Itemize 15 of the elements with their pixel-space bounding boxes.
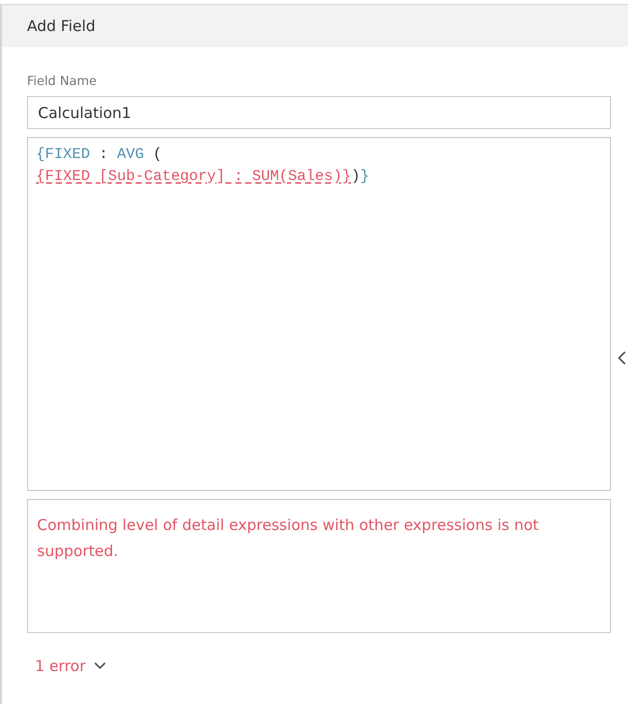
formula-editor[interactable]: {FIXED : AVG ( {FIXED [Sub-Category] : SUM(Sales)})}: [27, 137, 611, 491]
field-label: Field Name: [27, 73, 98, 88]
error-count-toggle[interactable]: 1 error: [27, 657, 106, 675]
code-text: :: [98, 146, 110, 163]
panel-title: Add Field: [27, 17, 96, 35]
field-name-input[interactable]: Calculation1: [27, 96, 611, 129]
code-text: }: [360, 168, 370, 185]
code-text: ): [351, 168, 360, 185]
error-code-text: {FIXED [Sub-Category] : SUM(Sales)}: [36, 168, 352, 185]
code-text: AVG: [117, 146, 144, 163]
error-message: Combining level of detail expressions with other expressions is not supported.: [27, 499, 611, 633]
chevron-down-icon: [94, 662, 106, 670]
code-text: {FIXED: [36, 146, 90, 163]
collapse-chevron-icon[interactable]: [618, 351, 626, 365]
code-text: (: [152, 146, 162, 163]
